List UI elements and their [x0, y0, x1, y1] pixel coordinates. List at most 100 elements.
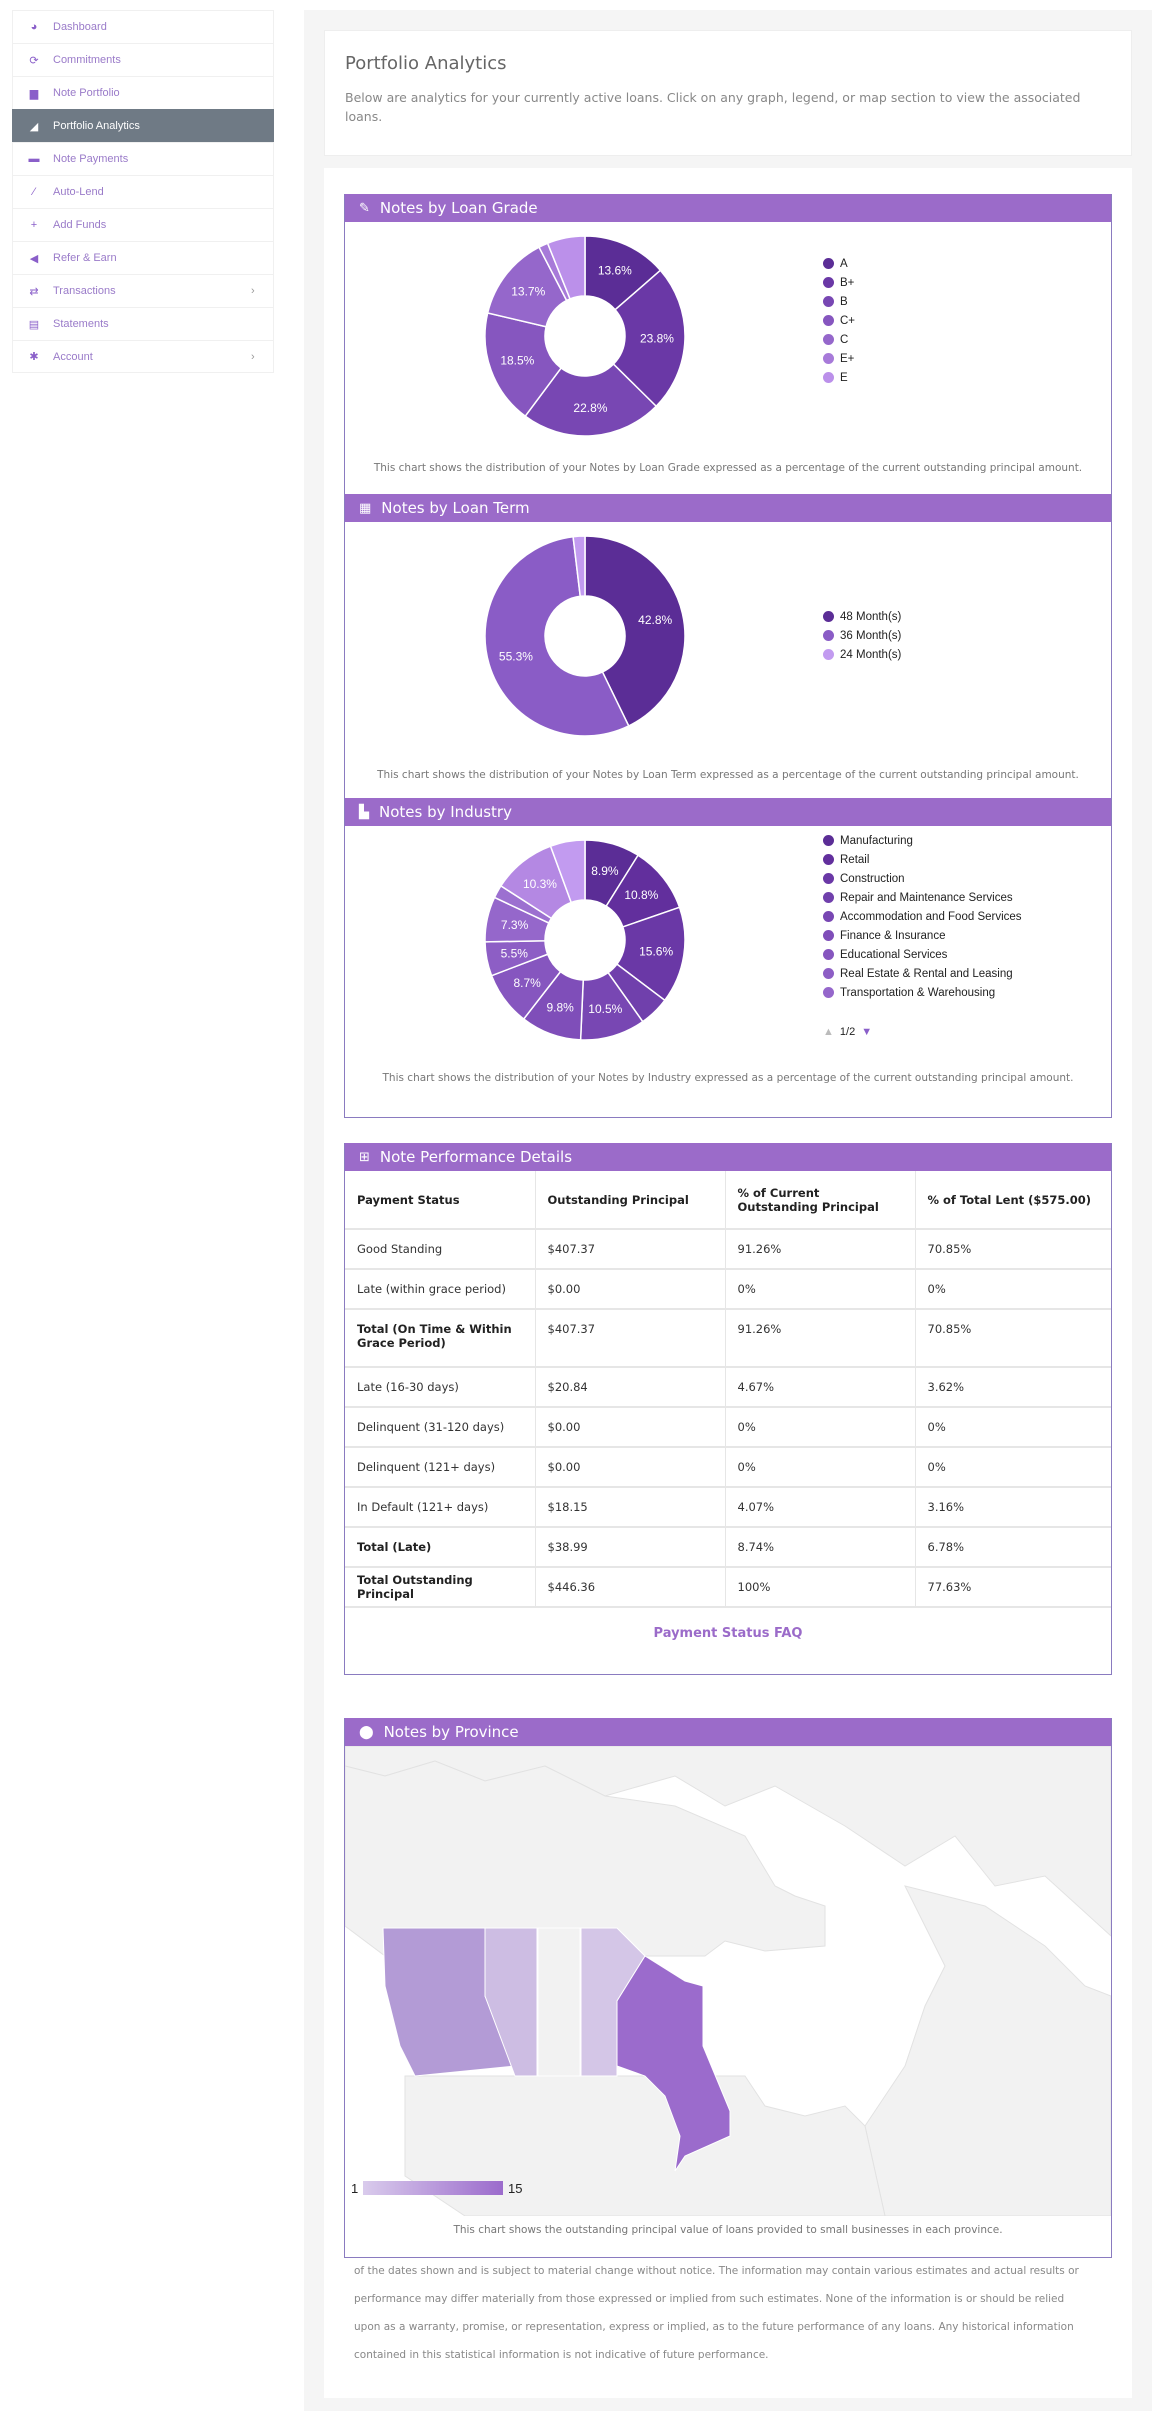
legend-item[interactable]: 48 Month(s)	[823, 607, 901, 626]
gear-icon: ✱	[29, 351, 39, 363]
status-cell: Late (within grace period)	[345, 1269, 536, 1310]
industry-legend: Manufacturing Retail Construction Repair an…	[823, 831, 1022, 1002]
legend-dot-icon	[823, 930, 834, 941]
col-payment-status: Payment Status	[345, 1171, 536, 1230]
status-cell: In Default (121+ days)	[345, 1487, 536, 1528]
legend-item[interactable]: Finance & Insurance	[823, 926, 1022, 945]
sidebar-item-refer-earn[interactable]: ◀ Refer & Earn	[12, 241, 274, 274]
legend-item[interactable]: 24 Month(s)	[823, 645, 901, 664]
legend-item[interactable]: C+	[823, 311, 855, 330]
table-row: Total (Late) $38.99 8.74% 6.78%	[345, 1527, 1111, 1568]
legend-item[interactable]: E+	[823, 349, 855, 368]
legend-dot-icon	[823, 630, 834, 641]
sidebar-item-note-payments[interactable]: ▬ Note Payments	[12, 142, 274, 175]
principal-cell: $446.36	[535, 1567, 726, 1608]
pct-current-cell: 0%	[725, 1407, 916, 1448]
pct-current-cell: 100%	[725, 1567, 916, 1608]
slice-label: 7.3%	[501, 918, 529, 932]
table-row: Late (within grace period) $0.00 0% 0%	[345, 1269, 1111, 1310]
legend-item[interactable]: B	[823, 292, 855, 311]
legend-item[interactable]: Repair and Maintenance Services	[823, 888, 1022, 907]
slice-label: 13.7%	[511, 285, 545, 299]
principal-cell: $18.15	[535, 1487, 726, 1528]
legend-label: B	[840, 295, 848, 308]
slice-label: 42.8%	[638, 613, 672, 627]
sidebar-item-commitments[interactable]: ⟳ Commitments	[12, 43, 274, 76]
principal-cell: $0.00	[535, 1407, 726, 1448]
magic-wand-icon: ⁄	[33, 186, 35, 198]
principal-cell: $407.37	[535, 1309, 726, 1368]
sidebar-item-dashboard[interactable]: ◕ Dashboard	[12, 10, 274, 43]
province-map[interactable]: 1 15	[345, 1746, 1111, 2216]
loan-term-legend: 48 Month(s) 36 Month(s) 24 Month(s)	[823, 607, 901, 664]
page: ◕ Dashboard ⟳ Commitments ▆ Note Portfolio ◢ Po…	[0, 0, 1164, 2411]
table-row: Late (16-30 days) $20.84 4.67% 3.62%	[345, 1367, 1111, 1408]
pager-up-icon[interactable]: ▲	[823, 1026, 834, 1038]
sidebar-item-add-funds[interactable]: + Add Funds	[12, 208, 274, 241]
sidebar-item-account[interactable]: ✱ Account ›	[12, 340, 274, 373]
legend-label: Manufacturing	[840, 834, 913, 847]
sidebar-item-auto-lend[interactable]: ⁄ Auto-Lend	[12, 175, 274, 208]
pct-lent-cell: 0%	[915, 1407, 1111, 1448]
legend-label: B+	[840, 276, 855, 289]
legend-dot-icon	[823, 372, 834, 383]
table-row: Delinquent (121+ days) $0.00 0% 0%	[345, 1447, 1111, 1488]
folder-icon: ▆	[29, 87, 39, 100]
slice-label: 10.5%	[588, 1002, 622, 1016]
pct-current-cell: 0%	[725, 1269, 916, 1310]
sidebar-item-label: Add Funds	[53, 219, 107, 231]
legend-item[interactable]: Real Estate & Rental and Leasing	[823, 964, 1022, 983]
legend-dot-icon	[823, 873, 834, 884]
performance-panel: ⊞ Note Performance Details Payment Statu…	[344, 1143, 1112, 1675]
map-marker-icon: ⬤	[359, 1724, 374, 1740]
status-cell: Delinquent (121+ days)	[345, 1447, 536, 1488]
disclaimer: of the dates shown and is subject to mat…	[354, 2257, 1114, 2369]
loan-grade-header: ✎ Notes by Loan Grade	[345, 194, 1111, 222]
loan-term-chart[interactable]: 42.8% 55.3%	[475, 526, 695, 746]
legend-item[interactable]: Transportation & Warehousing	[823, 983, 1022, 1002]
pager-down-icon[interactable]: ▼	[861, 1026, 872, 1038]
legend-item[interactable]: C	[823, 330, 855, 349]
legend-item[interactable]: Retail	[823, 850, 1022, 869]
province-saskatchewan[interactable]	[537, 1927, 581, 2077]
legend-item[interactable]: Accommodation and Food Services	[823, 907, 1022, 926]
legend-item[interactable]: Manufacturing	[823, 831, 1022, 850]
payment-status-faq-link[interactable]: Payment Status FAQ	[345, 1626, 1111, 1641]
performance-table: Payment Status Outstanding Principal % o…	[345, 1171, 1111, 1608]
loan-grade-chart[interactable]: 13.6% 23.8% 22.8% 18.5% 13.7%	[475, 226, 695, 446]
slice-label: 55.3%	[499, 649, 533, 663]
legend-dot-icon	[823, 277, 834, 288]
sidebar-item-note-portfolio[interactable]: ▆ Note Portfolio	[12, 76, 274, 109]
sidebar-item-label: Note Portfolio	[53, 87, 120, 99]
sidebar-item-portfolio-analytics[interactable]: ◢ Portfolio Analytics	[12, 109, 274, 142]
exchange-icon: ⇄	[29, 285, 39, 298]
pct-lent-cell: 0%	[915, 1447, 1111, 1488]
sidebar-item-statements[interactable]: ▤ Statements	[12, 307, 274, 340]
loan-term-header: ▦ Notes by Loan Term	[345, 494, 1111, 522]
money-icon: ▬	[28, 153, 40, 165]
pct-lent-cell: 70.85%	[915, 1309, 1111, 1368]
sidebar-item-transactions[interactable]: ⇄ Transactions ›	[12, 274, 274, 307]
legend-label: Real Estate & Rental and Leasing	[840, 967, 1013, 980]
legend-item[interactable]: Construction	[823, 869, 1022, 888]
slice-label: 18.5%	[500, 354, 534, 368]
legend-item[interactable]: Educational Services	[823, 945, 1022, 964]
legend-item[interactable]: A	[823, 254, 855, 273]
industry-header: ▙ Notes by Industry	[345, 798, 1111, 826]
slice-label: 15.6%	[639, 944, 673, 958]
performance-title: Note Performance Details	[379, 1148, 573, 1166]
industry-caption: This chart shows the distribution of you…	[382, 1072, 1074, 1084]
pct-current-cell: 91.26%	[725, 1309, 916, 1368]
table-header-row: Payment Status Outstanding Principal % o…	[345, 1171, 1111, 1230]
legend-item[interactable]: B+	[823, 273, 855, 292]
legend-item[interactable]: 36 Month(s)	[823, 626, 901, 645]
legend-item[interactable]: E	[823, 368, 855, 387]
disclaimer-line: of the dates shown and is subject to mat…	[354, 2265, 1079, 2277]
pct-lent-cell: 6.78%	[915, 1527, 1111, 1568]
legend-label: A	[840, 257, 848, 270]
pager-label: 1/2	[839, 1026, 856, 1038]
industry-chart[interactable]: 8.9% 10.8% 15.6% 10.5% 9.8% 8.7% 5.5% 7.3% 10.3%	[475, 830, 695, 1050]
principal-cell: $407.37	[535, 1229, 726, 1270]
col-outstanding-principal: Outstanding Principal	[535, 1171, 726, 1230]
legend-dot-icon	[823, 987, 834, 998]
